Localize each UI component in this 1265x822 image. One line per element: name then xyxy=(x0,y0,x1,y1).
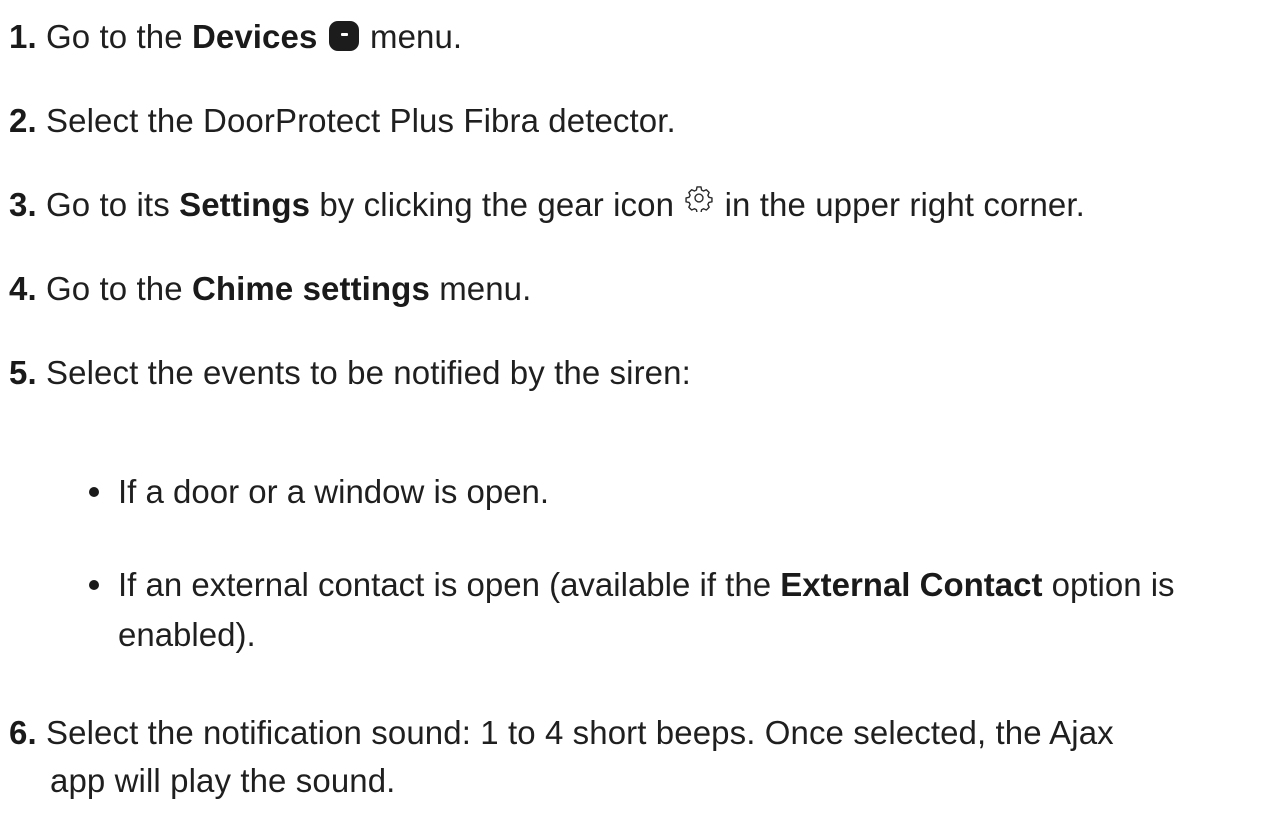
step-text: Go to the xyxy=(46,18,183,55)
bullet-text-line2: enabled). xyxy=(118,616,256,653)
step-1: 1. Go to the Devices menu. xyxy=(9,12,462,62)
devices-icon xyxy=(328,21,359,51)
step-number: 2. xyxy=(9,102,37,139)
step-2: 2. Select the DoorProtect Plus Fibra det… xyxy=(9,96,676,146)
step-number: 1. xyxy=(9,18,37,55)
step-3: 3. Go to its Settings by clicking the ge… xyxy=(9,180,1085,230)
step-6: 6. Select the notification sound: 1 to 4… xyxy=(9,708,1114,758)
bullet-dot xyxy=(89,487,99,497)
step-6-continuation: app will play the sound. xyxy=(50,756,395,806)
bullet-dot xyxy=(89,580,99,590)
step-text: Select the events to be notified by the … xyxy=(46,354,691,391)
step-text-end: menu. xyxy=(439,270,532,307)
gear-icon xyxy=(685,186,713,212)
bullet-text: If a door or a window is open. xyxy=(118,473,550,510)
step-4: 4. Go to the Chime settings menu. xyxy=(9,264,531,314)
step-text-middle: by clicking the gear icon xyxy=(319,186,675,223)
bullet-text: If an external contact is open (availabl… xyxy=(118,566,772,603)
option-name: External Contact xyxy=(780,566,1043,603)
step-text: Go to its xyxy=(46,186,170,223)
bullet-item-2: If an external contact is open (availabl… xyxy=(118,560,1175,610)
step-number: 5. xyxy=(9,354,37,391)
step-number: 3. xyxy=(9,186,37,223)
step-text-end: in the upper right corner. xyxy=(724,186,1085,223)
step-text: Select the notification sound: 1 to 4 sh… xyxy=(46,714,1114,751)
instructions-document: 1. Go to the Devices menu. 2. Select the… xyxy=(0,0,1265,822)
bullet-item-2-continuation: enabled). xyxy=(118,610,256,660)
bullet-text-end: option is xyxy=(1051,566,1175,603)
step-number: 6. xyxy=(9,714,37,751)
step-text-line2: app will play the sound. xyxy=(50,762,396,799)
step-text-end: menu. xyxy=(369,18,463,55)
bullet-item-1: If a door or a window is open. xyxy=(118,467,549,517)
menu-name: Settings xyxy=(179,186,311,223)
menu-name: Chime settings xyxy=(191,270,430,307)
menu-name: Devices xyxy=(191,18,318,55)
step-text: Select the DoorProtect Plus Fibra detect… xyxy=(46,102,676,139)
step-text: Go to the xyxy=(46,270,183,307)
step-5: 5. Select the events to be notified by t… xyxy=(9,348,691,398)
step-number: 4. xyxy=(9,270,37,307)
